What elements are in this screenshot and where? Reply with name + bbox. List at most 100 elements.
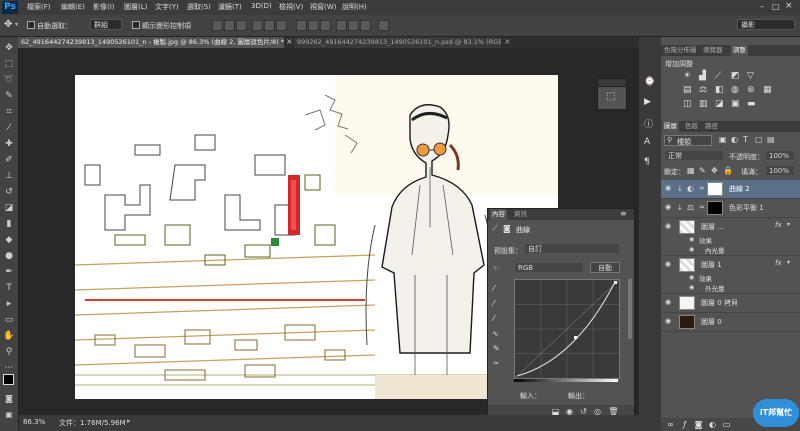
mask-icon[interactable]: ◙ [503, 224, 511, 233]
chain-icon[interactable]: ∞ [699, 203, 705, 211]
distribute-vcenter-icon[interactable] [308, 20, 319, 31]
effects-eye-icon[interactable]: ◉ [689, 236, 694, 243]
menu-image[interactable]: 影像(I) [93, 2, 115, 12]
brightness-icon[interactable]: ☀ [683, 71, 691, 81]
marquee-tool-icon[interactable]: ⬚ [3, 58, 15, 70]
threshold-icon[interactable]: ◪ [715, 99, 724, 109]
align-hcenter-icon[interactable] [264, 20, 275, 31]
status-menu-arrow-icon[interactable]: ▸ [127, 417, 131, 425]
tab-histogram[interactable]: 色階分佈圖 [662, 45, 699, 56]
document-image[interactable] [75, 75, 558, 399]
tab-navigator[interactable]: 導覽器 [701, 45, 725, 56]
crop-tool-icon[interactable]: ⌗ [3, 106, 15, 118]
opacity-input[interactable]: 100% [765, 150, 795, 161]
menu-layer[interactable]: 圖層(L) [124, 2, 147, 12]
pen-tool-icon[interactable]: ✒ [3, 266, 15, 278]
filter-adjust-icon[interactable]: ◐ [731, 135, 738, 144]
chevron-down-icon[interactable]: ▾ [787, 259, 790, 266]
character-icon[interactable]: A [644, 137, 650, 147]
distribute-bottom-icon[interactable] [320, 20, 331, 31]
layer-kind-filter[interactable]: ⚲ 種類 [664, 135, 712, 146]
close-icon[interactable]: × [785, 1, 793, 11]
add-style-icon[interactable]: ƒ [679, 419, 690, 430]
minimize-icon[interactable]: – [760, 2, 764, 11]
align-right-icon[interactable] [276, 20, 287, 31]
layer-name[interactable]: 圖層 0 拷貝 [701, 298, 738, 308]
layer-row[interactable]: ◉ 圖層 1 fx ▾ ◉ 效果 ◉ 外光暈 [661, 256, 800, 294]
clone-stamp-tool-icon[interactable]: ⊥ [3, 170, 15, 182]
history-brush-tool-icon[interactable]: ↺ [3, 186, 15, 198]
tab-close-icon[interactable]: × [504, 37, 511, 46]
brush-tool-icon[interactable]: ✐ [3, 154, 15, 166]
lasso-tool-icon[interactable]: ➰ [3, 74, 15, 86]
path-select-tool-icon[interactable]: ▸ [3, 298, 15, 310]
paragraph-icon[interactable]: ¶ [644, 157, 650, 167]
eye-icon[interactable]: ◉ [665, 185, 672, 192]
target-adjust-icon[interactable]: ☜ [492, 264, 499, 273]
curve-graph[interactable] [514, 279, 620, 379]
histogram-icon[interactable]: ⬚ [606, 91, 615, 102]
hue-saturation-icon[interactable]: ▤ [683, 85, 692, 95]
auto-align-icon[interactable] [378, 20, 389, 31]
channel-dropdown[interactable]: RGB [514, 262, 584, 273]
menu-filter[interactable]: 濾鏡(T) [218, 2, 242, 12]
layer-thumbnail[interactable] [679, 296, 695, 310]
lock-transparent-icon[interactable]: ▦ [687, 166, 695, 175]
eyedropper-tool-icon[interactable]: ⁄ [3, 122, 15, 134]
layer-name[interactable]: 曲線 2 [729, 184, 750, 194]
smooth-icon[interactable]: ≈ [493, 359, 499, 367]
zoom-tool-icon[interactable]: ⚲ [3, 346, 15, 358]
align-left-icon[interactable] [252, 20, 263, 31]
eyedropper-gray-icon[interactable]: ⁄ [493, 299, 494, 308]
mask-thumbnail[interactable] [707, 201, 723, 215]
auto-select-checkbox[interactable] [27, 21, 35, 29]
channel-mixer-icon[interactable]: ⊛ [747, 85, 755, 95]
effect-name[interactable]: 內光暈 [705, 245, 725, 255]
selective-color-icon[interactable]: ▣ [731, 99, 740, 109]
add-mask-icon[interactable]: ◙ [693, 419, 704, 430]
history-icon[interactable]: ⌚ [644, 77, 655, 87]
auto-button[interactable]: 自動 [590, 262, 620, 273]
link-layers-icon[interactable]: ∞ [665, 419, 676, 430]
invert-icon[interactable]: ◫ [683, 99, 692, 109]
black-white-icon[interactable]: ◧ [715, 85, 724, 95]
effects-eye-icon[interactable]: ◉ [689, 274, 694, 281]
layer-thumbnail[interactable] [679, 258, 695, 272]
align-bottom-icon[interactable] [236, 20, 247, 31]
color-balance-icon[interactable]: ⚖ [699, 85, 707, 95]
tab-channels[interactable]: 色版 [683, 121, 700, 132]
align-vcenter-icon[interactable] [224, 20, 235, 31]
fx-icon[interactable]: fx [775, 259, 782, 267]
zoom-level[interactable]: 86.3% [23, 418, 45, 426]
eye-icon[interactable]: ◉ [665, 318, 672, 325]
chain-icon[interactable]: ∞ [699, 184, 705, 192]
tab-info[interactable]: 資訊 [512, 209, 529, 220]
distribute-left-icon[interactable] [336, 20, 347, 31]
vibrance-icon[interactable]: ▽ [747, 71, 754, 81]
exposure-icon[interactable]: ◩ [731, 71, 740, 81]
layer-row[interactable]: ◉ 圖層 ... fx ▾ ◉ 效果 ◉ 內光暈 [661, 218, 800, 256]
menu-file[interactable]: 檔案(F) [27, 2, 51, 12]
type-tool-icon[interactable]: T [3, 282, 15, 294]
pencil-icon[interactable]: ✎ [493, 344, 500, 353]
align-top-icon[interactable] [212, 20, 223, 31]
layer-thumbnail[interactable] [679, 315, 695, 329]
foreground-color-swatch[interactable] [3, 374, 14, 385]
quick-mask-icon[interactable]: ◙ [3, 393, 15, 405]
maximize-icon[interactable]: □ [772, 2, 780, 11]
filter-shape-icon[interactable]: ▢ [755, 135, 763, 144]
eyedropper-black-icon[interactable]: ⁄ [493, 284, 494, 293]
tab-adjustments[interactable]: 調整 [731, 45, 748, 56]
shape-tool-icon[interactable]: ▭ [3, 314, 15, 326]
layer-name[interactable]: 圖層 0 [701, 317, 722, 327]
eyedropper-white-icon[interactable]: ⁄ [493, 314, 494, 323]
effect-name[interactable]: 外光暈 [705, 283, 725, 293]
auto-select-dropdown[interactable]: 群組 [90, 19, 122, 30]
tab-properties[interactable]: 內容 [490, 209, 507, 220]
menu-3d[interactable]: 3D(D) [251, 2, 272, 10]
fx-icon[interactable]: fx [775, 221, 782, 229]
eye-icon[interactable]: ◉ [665, 204, 672, 211]
mask-thumbnail[interactable] [707, 182, 723, 196]
hand-tool-icon[interactable]: ✋ [3, 330, 15, 342]
tab-close-icon[interactable]: × [286, 37, 293, 46]
